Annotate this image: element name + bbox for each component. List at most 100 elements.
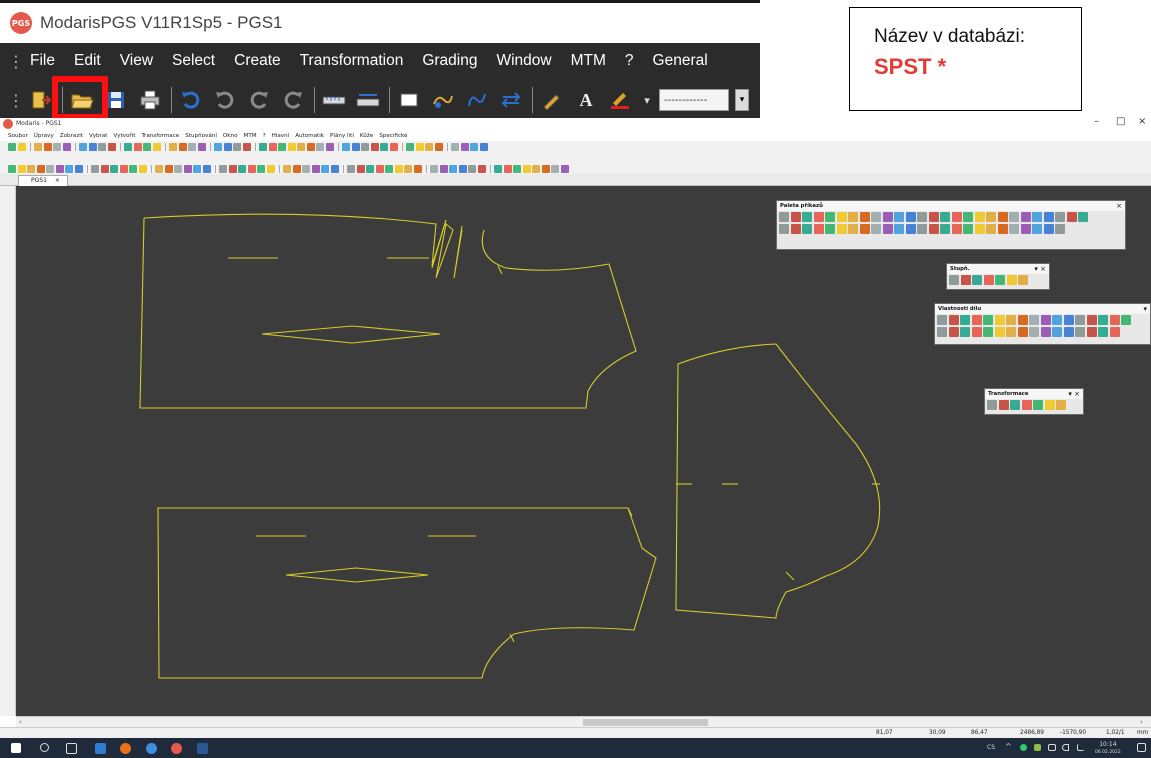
- menu-vytvorit[interactable]: Vytvořit: [113, 133, 135, 139]
- menu-edit[interactable]: Edit: [74, 52, 101, 70]
- grading-tool-icon[interactable]: [983, 275, 994, 285]
- toolbar-tool-icon[interactable]: [223, 142, 232, 151]
- palette-tool-icon[interactable]: [997, 224, 1008, 234]
- toolbar-tool-icon[interactable]: [292, 164, 301, 173]
- property-tool-icon[interactable]: [1040, 327, 1051, 337]
- palette-tool-icon[interactable]: [848, 224, 858, 234]
- palette-tool-icon[interactable]: [963, 224, 973, 234]
- transform-tool-icon[interactable]: [987, 400, 997, 410]
- pen-icon[interactable]: [1077, 744, 1084, 751]
- minimize-button[interactable]: –: [1094, 116, 1099, 127]
- toolbar-tool-icon[interactable]: [143, 142, 151, 151]
- property-tool-icon[interactable]: [1086, 315, 1097, 325]
- toolbar-tool-icon[interactable]: [330, 164, 339, 173]
- palette-tool-icon[interactable]: [836, 212, 847, 222]
- scroll-left-icon[interactable]: ‹: [19, 717, 22, 727]
- toolbar-tool-icon[interactable]: [233, 142, 241, 151]
- property-tool-icon[interactable]: [960, 327, 970, 337]
- toolbar-tool-icon[interactable]: [297, 142, 305, 151]
- property-tool-icon[interactable]: [983, 315, 993, 325]
- toolbar-tool-icon[interactable]: [425, 142, 433, 151]
- menu-hlavni[interactable]: Hlavní: [272, 133, 290, 139]
- toolbar-tool-icon[interactable]: [268, 142, 277, 151]
- tab-pgs1[interactable]: PGS1 ×: [18, 175, 68, 186]
- palette-tool-icon[interactable]: [802, 212, 812, 222]
- chrome-icon[interactable]: [146, 743, 157, 754]
- property-tool-icon[interactable]: [994, 315, 1005, 325]
- palette-tool-icon[interactable]: [986, 224, 996, 234]
- menu-grading[interactable]: Grading: [422, 52, 477, 70]
- horizontal-scrollbar[interactable]: ‹ ›: [16, 716, 1151, 727]
- palette-tool-icon[interactable]: [1043, 224, 1054, 234]
- transform-tool-icon[interactable]: [998, 400, 1009, 410]
- palette-tool-icon[interactable]: [871, 212, 881, 222]
- toolbar-tool-icon[interactable]: [361, 142, 369, 151]
- menu-file[interactable]: File: [30, 52, 55, 70]
- menu-stupnovani[interactable]: Stupňování: [185, 133, 217, 139]
- property-tool-icon[interactable]: [1098, 315, 1108, 325]
- modaris-icon[interactable]: [171, 743, 182, 754]
- toolbar-tool-icon[interactable]: [494, 164, 502, 173]
- palette-tool-icon[interactable]: [917, 224, 927, 234]
- property-tool-icon[interactable]: [1006, 315, 1016, 325]
- toolbar-tool-icon[interactable]: [551, 164, 559, 173]
- toolbar-tool-icon[interactable]: [302, 164, 310, 173]
- property-tool-icon[interactable]: [960, 315, 970, 325]
- line-style-dropdown[interactable]: ------------: [659, 89, 729, 111]
- toolbar-tool-icon[interactable]: [394, 164, 403, 173]
- chevron-up-icon[interactable]: ^: [1005, 743, 1012, 751]
- property-tool-icon[interactable]: [1006, 327, 1016, 337]
- property-tool-icon[interactable]: [1109, 315, 1120, 325]
- toolbar-tool-icon[interactable]: [214, 142, 222, 151]
- toolbar-tool-icon[interactable]: [356, 164, 365, 173]
- toolbar-tool-icon[interactable]: [458, 164, 467, 173]
- piece-icon[interactable]: [396, 87, 422, 113]
- palette-tool-icon[interactable]: [779, 212, 789, 222]
- toolbar-tool-icon[interactable]: [325, 142, 334, 151]
- network-icon[interactable]: [1048, 744, 1056, 751]
- menu-soubor[interactable]: Soubor: [8, 133, 28, 139]
- toolbar-tool-icon[interactable]: [164, 164, 173, 173]
- palette-tool-icon[interactable]: [825, 224, 835, 234]
- toolbar-tool-icon[interactable]: [380, 142, 388, 151]
- toolbar-tool-icon[interactable]: [257, 164, 265, 173]
- palette-tool-icon[interactable]: [905, 224, 916, 234]
- close-icon[interactable]: ▾ ×: [1068, 389, 1080, 399]
- transform-tool-icon[interactable]: [1044, 400, 1055, 410]
- menu-transformace[interactable]: Transformace: [141, 133, 179, 139]
- toolbar-tool-icon[interactable]: [560, 164, 569, 173]
- palette-tool-icon[interactable]: [917, 212, 927, 222]
- palette-tool-icon[interactable]: [1055, 212, 1065, 222]
- language-indicator[interactable]: CS: [987, 744, 995, 751]
- palette-tool-icon[interactable]: [1066, 212, 1077, 222]
- palette-tool-icon[interactable]: [940, 224, 950, 234]
- toolbar-tool-icon[interactable]: [385, 164, 393, 173]
- toolbar-tool-icon[interactable]: [17, 142, 26, 151]
- palette-tool-icon[interactable]: [974, 224, 985, 234]
- palette-tool-icon[interactable]: [997, 212, 1008, 222]
- palette-tool-icon[interactable]: [848, 212, 858, 222]
- toolbar-tool-icon[interactable]: [183, 164, 192, 173]
- toolbar-tool-icon[interactable]: [266, 164, 275, 173]
- windows-start-icon[interactable]: [11, 743, 21, 753]
- menu-vybrat[interactable]: Vybrat: [89, 133, 107, 139]
- word-icon[interactable]: [197, 743, 208, 754]
- menu-okno[interactable]: Okno: [223, 133, 238, 139]
- toolbar-tool-icon[interactable]: [389, 142, 398, 151]
- toolbar-tool-icon[interactable]: [347, 164, 355, 173]
- chevron-down-icon[interactable]: ▾: [735, 89, 749, 111]
- toolbar-tool-icon[interactable]: [8, 164, 16, 173]
- draw-icon[interactable]: [430, 87, 456, 113]
- toolbar-tool-icon[interactable]: [278, 142, 286, 151]
- palette-tool-icon[interactable]: [986, 212, 996, 222]
- toolbar-tool-icon[interactable]: [430, 164, 438, 173]
- toolbar-tool-icon[interactable]: [470, 142, 478, 151]
- property-tool-icon[interactable]: [994, 327, 1005, 337]
- menu-upravy[interactable]: Úpravy: [34, 133, 54, 139]
- toolbar-tool-icon[interactable]: [46, 164, 54, 173]
- scroll-right-icon[interactable]: ›: [1140, 717, 1143, 727]
- grading-tool-icon[interactable]: [1006, 275, 1017, 285]
- exit-icon[interactable]: [28, 87, 54, 113]
- toolbar-tool-icon[interactable]: [522, 164, 531, 173]
- property-tool-icon[interactable]: [1017, 327, 1028, 337]
